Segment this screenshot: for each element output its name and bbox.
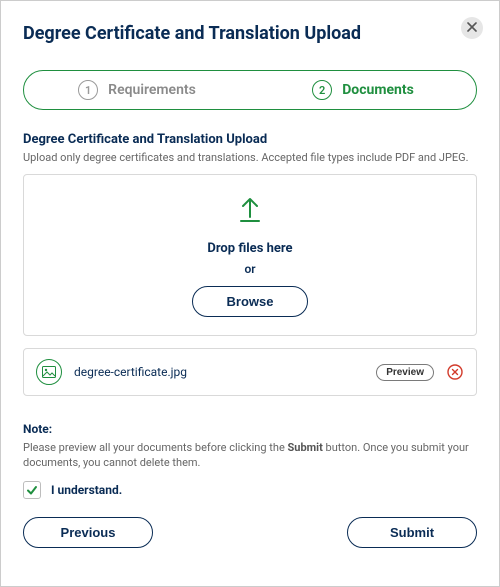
dropzone[interactable]: Drop files here or Browse <box>23 174 477 336</box>
preview-button[interactable]: Preview <box>376 364 434 381</box>
upload-subtext: Upload only degree certificates and tran… <box>23 151 477 164</box>
upload-heading: Degree Certificate and Translation Uploa… <box>23 132 477 147</box>
acknowledge-row: I understand. <box>23 481 477 499</box>
file-row: degree-certificate.jpg Preview <box>23 348 477 396</box>
file-name: degree-certificate.jpg <box>74 365 364 379</box>
check-icon <box>26 484 38 496</box>
step-label: Requirements <box>108 82 196 98</box>
footer: Previous Submit <box>23 517 477 548</box>
image-file-icon <box>36 359 62 385</box>
remove-file-button[interactable] <box>446 363 464 381</box>
upload-modal: Degree Certificate and Translation Uploa… <box>0 0 500 587</box>
step-requirements[interactable]: 1 Requirements <box>24 71 250 109</box>
submit-button[interactable]: Submit <box>347 517 477 548</box>
step-documents[interactable]: 2 Documents <box>250 71 476 109</box>
or-text: or <box>244 262 255 276</box>
close-icon <box>467 21 477 35</box>
previous-button[interactable]: Previous <box>23 517 153 548</box>
step-number: 1 <box>78 80 98 100</box>
step-number: 2 <box>312 80 332 100</box>
acknowledge-checkbox[interactable] <box>23 481 41 499</box>
close-circle-icon <box>447 364 463 380</box>
browse-button[interactable]: Browse <box>192 286 309 317</box>
upload-icon <box>233 193 267 231</box>
close-button[interactable] <box>461 17 483 39</box>
note-heading: Note: <box>23 422 477 436</box>
modal-title: Degree Certificate and Translation Uploa… <box>23 23 477 44</box>
note-text: Please preview all your documents before… <box>23 440 477 471</box>
note-text-bold: Submit <box>288 441 323 454</box>
note-text-before: Please preview all your documents before… <box>23 441 288 454</box>
acknowledge-label: I understand. <box>51 483 122 497</box>
step-label: Documents <box>342 82 414 98</box>
stepper: 1 Requirements 2 Documents <box>23 70 477 110</box>
drop-text: Drop files here <box>207 241 292 256</box>
